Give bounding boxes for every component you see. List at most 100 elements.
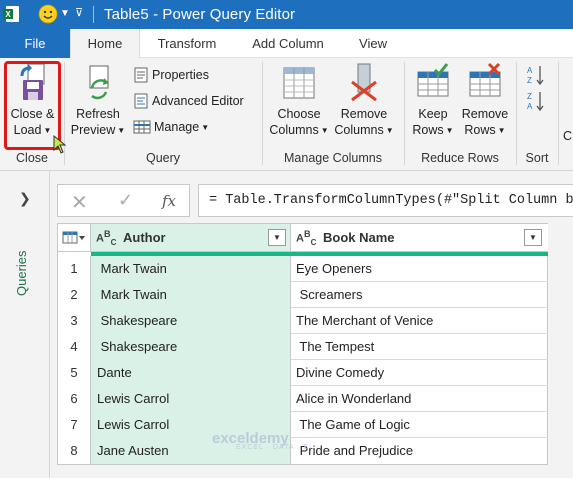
row-number[interactable]: 1 — [58, 256, 91, 282]
sort-ascending-icon: A Z — [527, 66, 544, 86]
tab-home[interactable]: Home — [70, 29, 140, 59]
table-row[interactable]: 6 Lewis Carrol Alice in Wonderland — [58, 386, 548, 412]
cell-book-name[interactable]: Alice in Wonderland — [291, 386, 548, 412]
advanced-editor-button[interactable]: Advanced Editor — [133, 90, 244, 112]
tab-add-column[interactable]: Add Column — [240, 29, 336, 58]
svg-text:Z: Z — [527, 76, 532, 85]
group-label-close: Close — [16, 151, 48, 165]
svg-text:Z: Z — [527, 92, 532, 101]
customize-qat-icon[interactable]: ⊽ — [75, 6, 83, 19]
row-number[interactable]: 2 — [58, 282, 91, 308]
remove-rows-label-2: Rows — [464, 123, 496, 137]
title-separator — [93, 6, 94, 23]
mouse-cursor-icon — [53, 135, 67, 154]
data-grid: ABC Author ▼ ABC Book Name ▼ 1 Mark Twai… — [57, 223, 548, 465]
group-label-query: Query — [145, 151, 181, 165]
filter-dropdown-icon[interactable]: ▼ — [524, 229, 542, 246]
text-type-icon[interactable]: ABC — [296, 229, 316, 247]
tab-transform[interactable]: Transform — [146, 29, 228, 58]
svg-text:A: A — [527, 66, 533, 75]
remove-columns-label: Columns — [334, 123, 384, 137]
row-number[interactable]: 3 — [58, 308, 91, 334]
group-label-reduce-rows: Reduce Rows — [421, 151, 499, 165]
group-label-manage-columns: Manage Columns — [284, 151, 382, 165]
group-divider — [262, 62, 263, 165]
column-header-book-name[interactable]: ABC Book Name ▼ — [291, 224, 548, 252]
table-row[interactable]: 3 Shakespeare The Merchant of Venice — [58, 308, 548, 334]
remove-label: Remove — [340, 107, 388, 121]
choose-columns-icon — [283, 67, 315, 99]
row-number[interactable]: 4 — [58, 334, 91, 360]
cell-author[interactable]: Mark Twain — [91, 256, 291, 282]
window-title: Table5 - Power Query Editor — [104, 6, 296, 23]
row-number[interactable]: 5 — [58, 360, 91, 386]
svg-text:A: A — [527, 102, 533, 111]
fx-icon[interactable]: fx — [162, 192, 176, 210]
table-row[interactable]: 1 Mark Twain Eye Openers — [58, 256, 548, 282]
formula-input[interactable]: = Table.TransformColumnTypes(#"Split Col… — [198, 184, 573, 217]
row-number[interactable]: 7 — [58, 412, 91, 438]
formula-bar-buttons: ✕ ✓ fx — [57, 184, 190, 217]
remove-rows-button[interactable]: Remove Rows ▼ — [457, 62, 513, 139]
chevron-down-icon: ▼ — [201, 122, 210, 132]
cell-book-name[interactable]: Eye Openers — [291, 256, 548, 282]
column-name: Author — [123, 230, 166, 245]
table-row[interactable]: 5 Dante Divine Comedy — [58, 360, 548, 386]
cell-author[interactable]: Shakespeare — [91, 334, 291, 360]
cell-book-name[interactable]: Screamers — [291, 282, 548, 308]
group-divider — [404, 62, 405, 165]
table-row[interactable]: 4 Shakespeare The Tempest — [58, 334, 548, 360]
cell-book-name[interactable]: Pride and Prejudice — [291, 438, 548, 464]
advanced-editor-icon — [134, 93, 148, 109]
cancel-formula-icon[interactable]: ✕ — [71, 190, 88, 215]
keep-rows-button[interactable]: Keep Rows ▼ — [409, 62, 457, 139]
cell-book-name[interactable]: Divine Comedy — [291, 360, 548, 386]
refresh-label: Refresh — [76, 107, 120, 121]
row-number[interactable]: 6 — [58, 386, 91, 412]
manage-button[interactable]: Manage ▼ — [133, 116, 209, 138]
commit-formula-icon[interactable]: ✓ — [118, 190, 133, 211]
refresh-preview-button[interactable]: Refresh Preview ▼ — [70, 62, 126, 139]
cell-author[interactable]: Lewis Carrol — [91, 386, 291, 412]
keep-rows-icon — [417, 63, 449, 97]
properties-button[interactable]: Properties — [133, 64, 209, 86]
row-number[interactable]: 8 — [58, 438, 91, 464]
smiley-dropdown-icon[interactable]: ▼ — [60, 8, 70, 19]
ribbon-tabs: File Home Transform Add Column View — [0, 29, 573, 59]
advanced-editor-label: Advanced Editor — [152, 94, 244, 108]
sort-ascending-button[interactable]: A Z — [526, 64, 546, 86]
filter-dropdown-icon[interactable]: ▼ — [268, 229, 286, 246]
group-divider — [516, 62, 517, 165]
remove-columns-icon — [351, 63, 377, 102]
preview-label: Preview — [70, 123, 116, 137]
partial-ribbon-button[interactable]: C — [563, 128, 573, 144]
chevron-down-icon: ▼ — [117, 125, 126, 135]
tab-view[interactable]: View — [350, 29, 396, 58]
column-header-author[interactable]: ABC Author ▼ — [91, 224, 291, 252]
cell-book-name[interactable]: The Merchant of Venice — [291, 308, 548, 334]
watermark-logo: exceldemy EXCEL · DATA · BI — [212, 430, 312, 451]
text-type-icon[interactable]: ABC — [96, 229, 116, 247]
table-row[interactable]: 2 Mark Twain Screamers — [58, 282, 548, 308]
sort-descending-button[interactable]: Z A — [526, 90, 546, 112]
table-menu-corner[interactable] — [58, 224, 91, 252]
choose-label: Choose — [277, 107, 321, 121]
cell-author[interactable]: Shakespeare — [91, 308, 291, 334]
choose-columns-button[interactable]: Choose Columns ▼ — [268, 62, 330, 139]
queries-pane-label[interactable]: Queries — [14, 250, 29, 296]
cell-author[interactable]: Dante — [91, 360, 291, 386]
excel-icon: X — [3, 6, 19, 22]
queries-pane[interactable] — [0, 171, 50, 478]
smiley-feedback-icon[interactable] — [38, 4, 58, 24]
group-divider — [558, 62, 559, 165]
cell-book-name[interactable]: The Tempest — [291, 334, 548, 360]
keep-label: Keep — [418, 107, 448, 121]
cell-book-name[interactable]: The Game of Logic — [291, 412, 548, 438]
expand-queries-icon[interactable]: ❯ — [19, 190, 31, 207]
properties-label: Properties — [152, 68, 209, 82]
cell-author[interactable]: Mark Twain — [91, 282, 291, 308]
remove-columns-button[interactable]: Remove Columns ▼ — [332, 62, 396, 139]
remove-rows-label-1: Remove — [461, 107, 509, 121]
keep-rows-label: Rows — [412, 123, 444, 137]
tab-file[interactable]: File — [0, 29, 70, 58]
